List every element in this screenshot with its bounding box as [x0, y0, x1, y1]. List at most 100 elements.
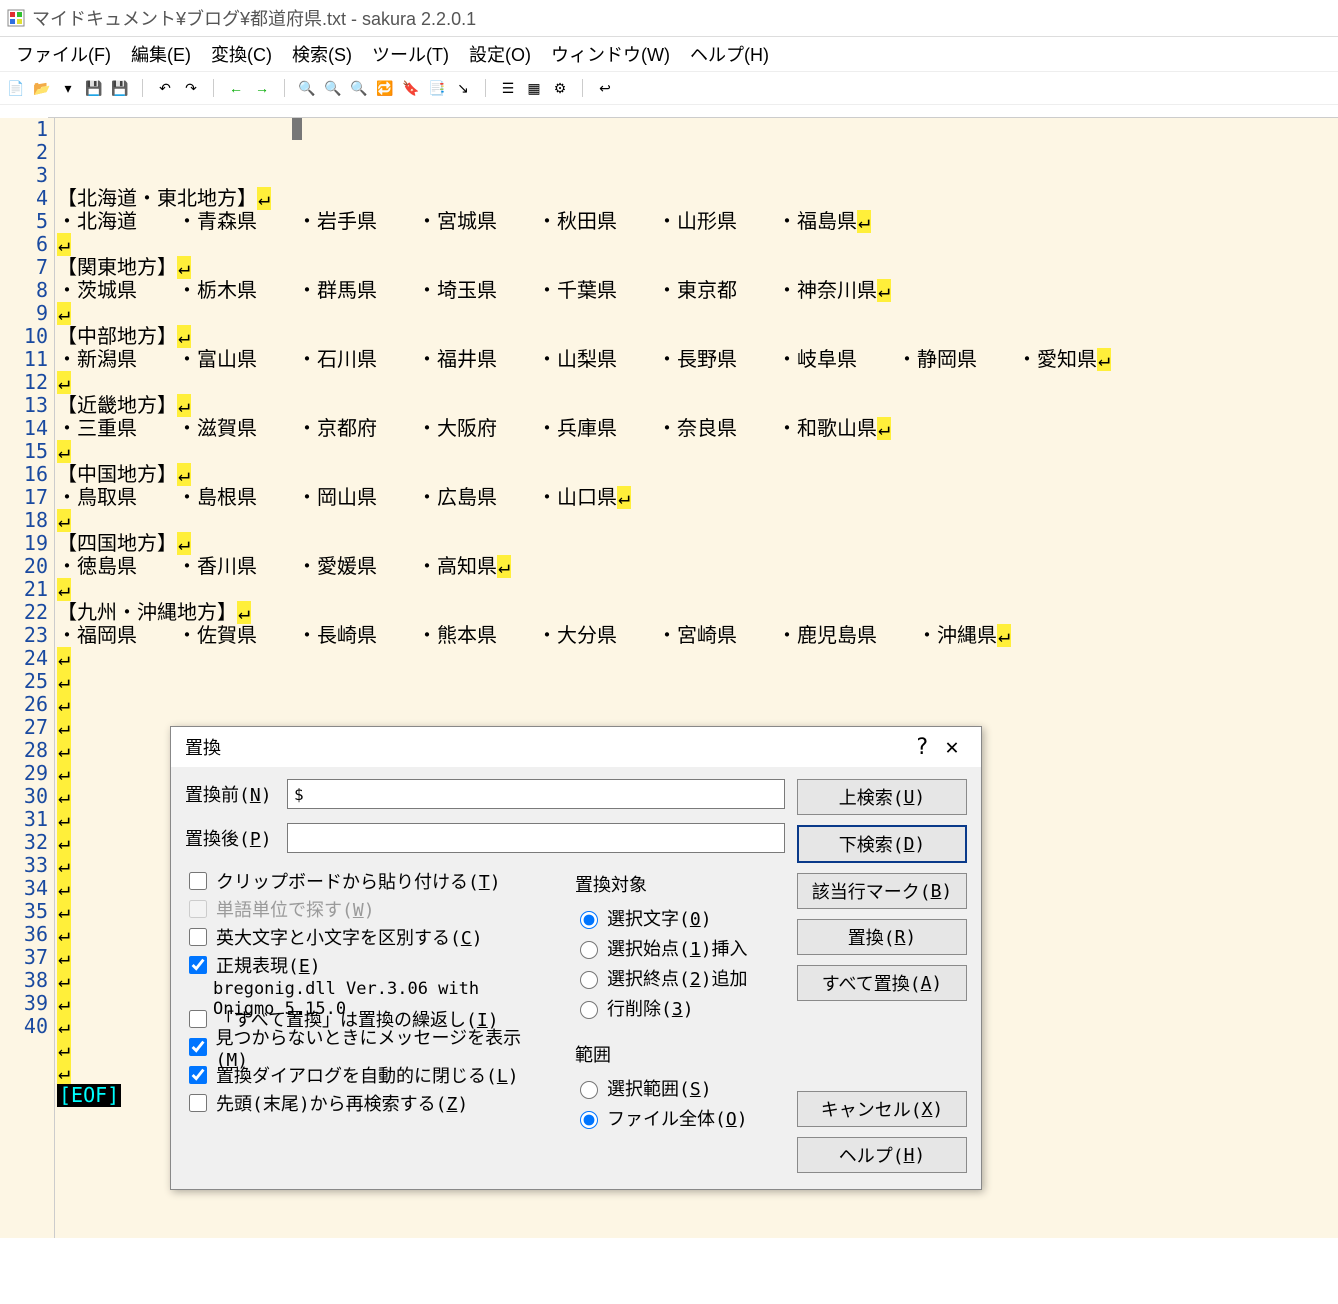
redo-icon[interactable]: ↷ [181, 78, 201, 98]
return-mark-icon: ↵ [177, 394, 191, 417]
text-line[interactable]: ・三重県 ・滋賀県 ・京都府 ・大阪府 ・兵庫県 ・奈良県 ・和歌山県↵ [57, 417, 1338, 440]
arrow-right-icon[interactable]: → [252, 78, 272, 98]
menu-file[interactable]: ファイル(F) [6, 39, 121, 69]
after-input[interactable] [287, 823, 785, 853]
text-line[interactable]: ・新潟県 ・富山県 ・石川県 ・福井県 ・山梨県 ・長野県 ・岐阜県 ・静岡県 … [57, 348, 1338, 371]
type-icon[interactable]: ▦ [524, 78, 544, 98]
menu-edit[interactable]: 編集(E) [121, 39, 201, 69]
return-mark-icon: ↵ [257, 187, 271, 210]
return-mark-icon: ↵ [57, 946, 71, 969]
replace-button[interactable]: 置換(R) [797, 919, 967, 955]
text-line[interactable]: 【九州・沖縄地方】↵ [57, 601, 1338, 624]
return-mark-icon: ↵ [237, 601, 251, 624]
mark-icon[interactable]: 🔖 [401, 78, 421, 98]
mark-button[interactable]: 該当行マーク(B) [797, 873, 967, 909]
line-number: 12 [0, 371, 48, 394]
target-ins-radio[interactable] [580, 941, 598, 959]
autoclose-checkbox[interactable] [189, 1066, 207, 1084]
line-number: 24 [0, 647, 48, 670]
menu-tool[interactable]: ツール(T) [362, 39, 459, 69]
new-file-icon[interactable]: 📄 [6, 78, 26, 98]
cancel-button[interactable]: キャンセル(X) [797, 1091, 967, 1127]
open-file-icon[interactable]: 📂 [32, 78, 52, 98]
notfound-checkbox[interactable] [189, 1038, 207, 1056]
editor[interactable]: 1234567891011121314151617181920212223242… [0, 118, 1338, 1238]
text-line[interactable]: ↵ [57, 233, 1338, 256]
text-line[interactable]: ・茨城県 ・栃木県 ・群馬県 ・埼玉県 ・千葉県 ・東京都 ・神奈川県↵ [57, 279, 1338, 302]
target-del-radio[interactable] [580, 1001, 598, 1019]
search-icon[interactable]: 🔍 [297, 78, 317, 98]
search-down-button[interactable]: 下検索(D) [797, 825, 967, 863]
arrow-left-icon[interactable]: ← [226, 78, 246, 98]
text-line[interactable]: ↵ [57, 647, 1338, 670]
line-number: 34 [0, 877, 48, 900]
target-add-radio[interactable] [580, 971, 598, 989]
text-line[interactable]: 【中国地方】↵ [57, 463, 1338, 486]
replace-icon[interactable]: 🔁 [375, 78, 395, 98]
return-mark-icon: ↵ [57, 440, 71, 463]
grep-icon[interactable]: 📑 [427, 78, 447, 98]
menu-help[interactable]: ヘルプ(H) [680, 39, 779, 69]
line-text: 【九州・沖縄地方】 [57, 600, 237, 624]
save-icon[interactable]: 💾 [84, 78, 104, 98]
text-line[interactable]: ↵ [57, 693, 1338, 716]
menu-search[interactable]: 検索(S) [282, 39, 362, 69]
line-text: 【近畿地方】 [57, 393, 177, 417]
target-group-title: 置換対象 [575, 871, 785, 897]
range-file-radio[interactable] [580, 1111, 598, 1129]
menu-window[interactable]: ウィンドウ(W) [541, 39, 680, 69]
outline-icon[interactable]: ☰ [498, 78, 518, 98]
text-line[interactable]: ↵ [57, 509, 1338, 532]
text-line[interactable]: ・徳島県 ・香川県 ・愛媛県 ・高知県↵ [57, 555, 1338, 578]
replace-all-button[interactable]: すべて置換(A) [797, 965, 967, 1001]
jump-icon[interactable]: ↘ [453, 78, 473, 98]
save-all-icon[interactable]: 💾 [110, 78, 130, 98]
line-number: 14 [0, 417, 48, 440]
text-line[interactable]: ・鳥取県 ・島根県 ・岡山県 ・広島県 ・山口県↵ [57, 486, 1338, 509]
target-sel-label: 選択文字(0) [607, 905, 712, 931]
search-up-button[interactable]: 上検索(U) [797, 779, 967, 815]
line-number: 3 [0, 164, 48, 187]
regex-checkbox[interactable] [189, 956, 207, 974]
return-mark-icon: ↵ [57, 854, 71, 877]
text-line[interactable]: 【北海道・東北地方】↵ [57, 187, 1338, 210]
line-number: 30 [0, 785, 48, 808]
undo-icon[interactable]: ↶ [155, 78, 175, 98]
repeat-checkbox[interactable] [189, 1010, 207, 1028]
menu-setting[interactable]: 設定(O) [459, 39, 541, 69]
range-sel-radio[interactable] [580, 1081, 598, 1099]
text-line[interactable]: ↵ [57, 670, 1338, 693]
search-next-icon[interactable]: 🔍 [323, 78, 343, 98]
text-line[interactable]: 【中部地方】↵ [57, 325, 1338, 348]
text-line[interactable]: ↵ [57, 440, 1338, 463]
text-line[interactable]: 【四国地方】↵ [57, 532, 1338, 555]
text-line[interactable]: ↵ [57, 578, 1338, 601]
help-button[interactable]: ヘルプ(H) [797, 1137, 967, 1173]
line-text: ・福岡県 ・佐賀県 ・長崎県 ・熊本県 ・大分県 ・宮崎県 ・鹿児島県 ・沖縄県 [57, 623, 997, 647]
return-mark-icon: ↵ [57, 785, 71, 808]
text-line[interactable]: ・福岡県 ・佐賀県 ・長崎県 ・熊本県 ・大分県 ・宮崎県 ・鹿児島県 ・沖縄県… [57, 624, 1338, 647]
after-label: 置換後(P) [185, 825, 277, 851]
text-line[interactable]: 【関東地方】↵ [57, 256, 1338, 279]
text-line[interactable]: ↵ [57, 371, 1338, 394]
dialog-help-icon[interactable]: ? [907, 732, 937, 762]
target-sel-radio[interactable] [580, 911, 598, 929]
text-line[interactable]: ・北海道 ・青森県 ・岩手県 ・宮城県 ・秋田県 ・山形県 ・福島県↵ [57, 210, 1338, 233]
case-checkbox[interactable] [189, 928, 207, 946]
text-line[interactable]: ↵ [57, 302, 1338, 325]
wrap-icon[interactable]: ↩ [595, 78, 615, 98]
dialog-titlebar: 置換 ? ✕ [171, 727, 981, 767]
clipboard-checkbox[interactable] [189, 872, 207, 890]
text-line[interactable]: 【近畿地方】↵ [57, 394, 1338, 417]
wrap-checkbox[interactable] [189, 1094, 207, 1112]
config-icon[interactable]: ⚙ [550, 78, 570, 98]
before-label: 置換前(N) [185, 781, 277, 807]
app-icon [6, 8, 26, 28]
dropdown-icon[interactable]: ▾ [58, 78, 78, 98]
search-prev-icon[interactable]: 🔍 [349, 78, 369, 98]
close-icon[interactable]: ✕ [937, 732, 967, 762]
line-number: 5 [0, 210, 48, 233]
before-input[interactable] [287, 779, 785, 809]
menu-convert[interactable]: 変換(C) [201, 39, 282, 69]
return-mark-icon: ↵ [57, 509, 71, 532]
